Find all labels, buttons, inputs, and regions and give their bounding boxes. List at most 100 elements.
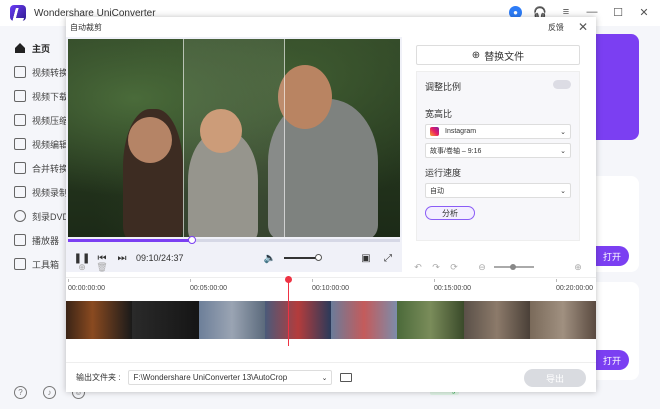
scissors-icon [14,138,26,150]
tick-label: 00:05:00:00 [190,285,227,292]
add-icon: ⊕ [471,49,481,61]
sidebar-item-label: 合并转换 [32,163,66,174]
refresh-icon[interactable]: ⟳ [448,261,460,273]
sidebar: 主页 视频转换 视频下载 视频压缩 视频编辑 合并转换 视频录制 刻录DVD 播… [0,26,85,409]
film-frame [397,301,464,339]
timeline-ruler[interactable]: 00:00:00:00 00:05:00:00 00:10:00:00 00:1… [66,277,596,299]
speed-select[interactable]: 自动 ⌄ [425,183,571,198]
close-icon[interactable]: ✕ [578,20,588,34]
open-button[interactable]: 打开 [595,350,629,370]
download-icon [14,90,26,102]
timeline-toolbar: ⊕ 🗑 ↶ ↷ ⟳ ⊖ ⊕ [66,257,596,277]
zoom-in-icon[interactable]: ⊕ [572,261,584,273]
sidebar-item-player[interactable]: 播放器 [0,228,66,252]
output-path-select[interactable]: F:\Wondershare UniConverter 13\AutoCrop … [128,370,333,385]
feedback-link[interactable]: 反馈 [548,22,564,33]
ratio-select[interactable]: 故事/卷轴 – 9:16 ⌄ [425,143,571,158]
open-button[interactable]: 打开 [595,246,629,266]
sidebar-item-video-convert[interactable]: 视频转换 [0,60,66,84]
chevron-down-icon: ⌄ [321,374,328,382]
tick-label: 00:15:00:00 [434,285,471,292]
output-path-value: F:\Wondershare UniConverter 13\AutoCrop [133,373,288,382]
replace-file-label: 替换文件 [484,51,525,63]
crop-settings: 调整比例 宽高比 Instagram ⌄ 故事/卷轴 – 9:16 ⌄ 运行速度… [416,71,580,241]
sidebar-item-dvd[interactable]: 刻录DVD [0,204,66,228]
platform-select[interactable]: Instagram ⌄ [425,124,571,139]
auto-crop-dialog: 自动裁剪 反馈 ✕ ❚❚ ⏮ ⏭ 09:10/24:37 🔈 ▣ ⤢ ⊕ 替换文… [66,17,596,392]
sidebar-item-record[interactable]: 视频录制 [0,180,66,204]
dialog-header: 自动裁剪 反馈 ✕ [66,17,596,37]
home-icon [15,43,25,53]
background-banner [595,34,639,140]
timeline-playhead[interactable] [285,276,292,346]
film-frame [529,301,596,339]
film-frame [66,301,133,339]
export-button[interactable]: 导出 [524,369,586,387]
merge-icon [14,162,26,174]
video-convert-icon [14,66,26,78]
film-frame [198,301,265,339]
video-preview[interactable] [68,39,400,237]
sidebar-item-edit[interactable]: 视频编辑 [0,132,66,156]
sidebar-item-label: 刻录DVD [32,211,66,222]
aspect-ratio-label: 宽高比 [425,109,453,119]
chevron-down-icon: ⌄ [560,147,566,155]
record-icon [14,186,26,198]
playback-progress[interactable] [68,236,400,244]
speed-value: 自动 [430,187,444,195]
crosshair-icon[interactable]: ⊕ [76,261,88,273]
output-folder-label: 输出文件夹 : [76,373,121,382]
sidebar-item-merge[interactable]: 合并转换 [0,156,66,180]
ratio-value: 故事/卷轴 – 9:16 [430,147,482,155]
sidebar-item-label: 视频转换 [32,67,66,78]
sidebar-item-label: 视频编辑 [32,139,66,150]
dialog-title: 自动裁剪 [70,22,102,32]
undo-icon[interactable]: ↶ [412,261,424,273]
redo-icon[interactable]: ↷ [430,261,442,273]
compress-icon [14,114,26,126]
dialog-footer: 输出文件夹 : F:\Wondershare UniConverter 13\A… [66,362,596,392]
analyze-button[interactable]: 分析 [425,206,475,220]
replace-file-button[interactable]: ⊕ 替换文件 [416,45,580,65]
help-icon[interactable]: ? [14,386,27,399]
sidebar-item-toolbox[interactable]: 工具箱 [0,252,66,276]
maximize-icon[interactable]: ☐ [610,4,626,20]
app-logo-icon [10,5,26,21]
speed-label: 运行速度 [425,168,462,178]
progress-knob[interactable] [188,236,196,244]
video-player: ❚❚ ⏮ ⏭ 09:10/24:37 🔈 ▣ ⤢ [66,37,402,272]
platform-value: Instagram [445,128,477,135]
aspect-toggle[interactable] [553,80,571,89]
sidebar-item-label: 视频录制 [32,187,66,198]
film-frame [331,301,398,339]
tick-label: 00:00:00:00 [68,285,105,292]
sidebar-item-label: 工具箱 [32,259,60,270]
filmstrip[interactable] [66,301,596,339]
toolbox-icon [14,258,26,270]
sidebar-item-label: 视频下载 [32,91,66,102]
player-icon [14,234,26,246]
dvd-icon [14,210,26,222]
settings-panel: ⊕ 替换文件 调整比例 宽高比 Instagram ⌄ 故事/卷轴 – 9:16… [416,45,580,241]
instagram-icon [430,127,439,136]
film-frame [264,301,331,339]
film-frame [463,301,530,339]
bell-icon[interactable]: ♪ [43,386,56,399]
chevron-down-icon: ⌄ [560,187,566,195]
close-window-icon[interactable]: ✕ [636,4,652,20]
sidebar-item-label: 播放器 [32,235,60,246]
film-frame [132,301,199,339]
tick-label: 00:20:00:00 [556,285,593,292]
crop-frame[interactable] [183,39,285,237]
folder-icon[interactable] [340,373,353,382]
zoom-out-icon[interactable]: ⊖ [476,261,488,273]
zoom-slider[interactable] [494,264,534,270]
sidebar-item-download[interactable]: 视频下载 [0,84,66,108]
aspect-toggle-label: 调整比例 [425,82,462,92]
tick-label: 00:10:00:00 [312,285,349,292]
sidebar-item-label: 视频压缩 [32,115,66,126]
sidebar-item-home[interactable]: 主页 [0,36,66,60]
sidebar-item-compress[interactable]: 视频压缩 [0,108,66,132]
chevron-down-icon: ⌄ [560,128,566,136]
trash-icon[interactable]: 🗑 [96,261,108,273]
